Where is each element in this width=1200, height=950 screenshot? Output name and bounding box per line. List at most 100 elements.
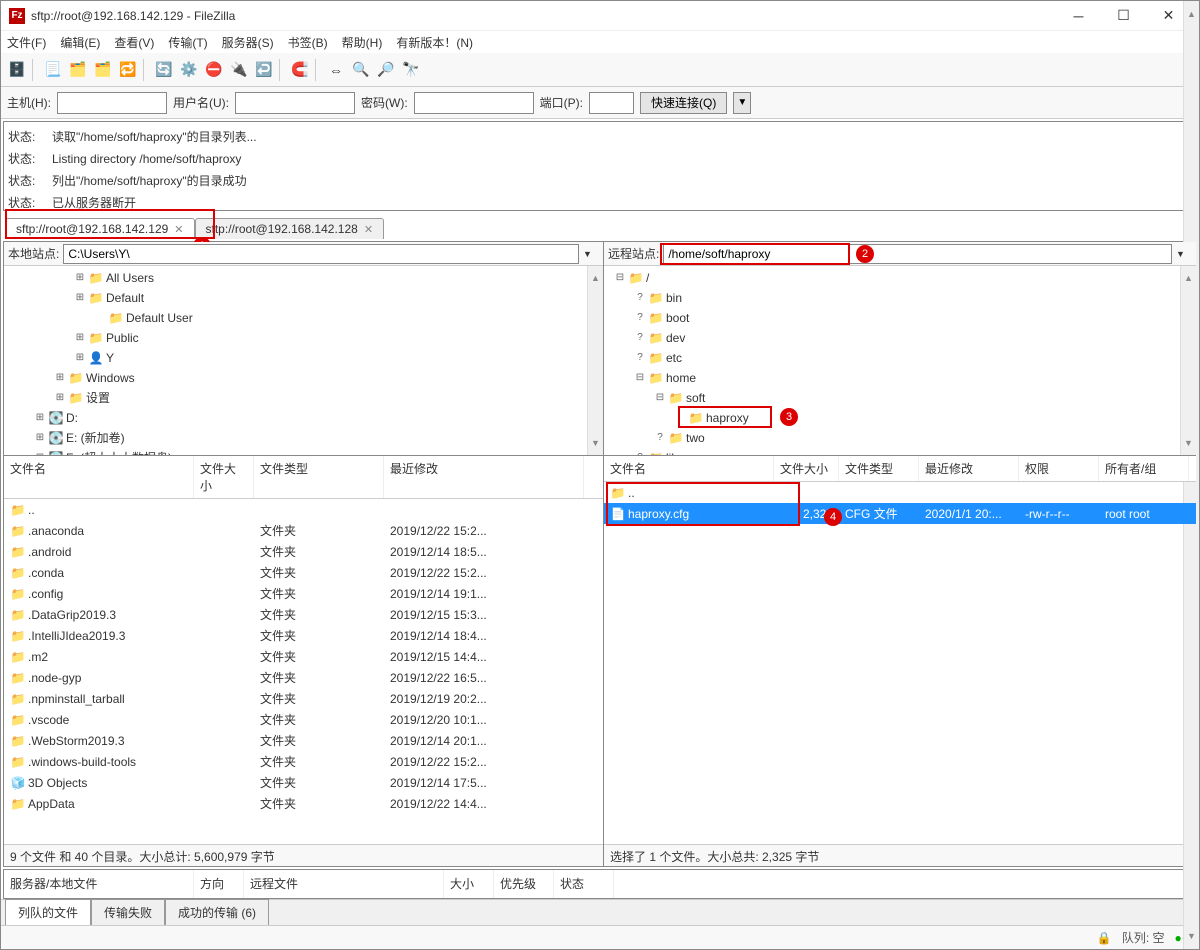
close-tab-icon[interactable]: ✕: [174, 223, 183, 236]
quickconnect-history-button[interactable]: ▼: [733, 92, 751, 114]
sync-browse-icon[interactable]: 🔍: [349, 58, 373, 82]
toggle-queue-icon[interactable]: 🔁: [116, 58, 140, 82]
tree-item[interactable]: ⊟📁soft: [604, 388, 1196, 408]
refresh-icon[interactable]: 🔄: [152, 58, 176, 82]
menu-item[interactable]: 有新版本！(N): [396, 34, 473, 51]
menu-item[interactable]: 帮助(H): [342, 34, 383, 51]
maximize-button[interactable]: ☐: [1101, 2, 1146, 30]
tree-item[interactable]: ?📁lib: [604, 448, 1196, 456]
column-header[interactable]: 文件名: [4, 456, 194, 498]
port-input[interactable]: [589, 92, 634, 114]
tree-item[interactable]: ?📁two: [604, 428, 1196, 448]
local-path-dropdown[interactable]: ▼: [583, 249, 599, 259]
menu-item[interactable]: 传输(T): [168, 34, 207, 51]
list-item[interactable]: 📁.windows-build-tools文件夹2019/12/22 15:2.…: [4, 751, 603, 772]
tree-item[interactable]: ⊞💽E: (新加卷): [4, 428, 603, 448]
toggle-log-icon[interactable]: 📃: [41, 58, 65, 82]
tree-item[interactable]: ⊞💽D:: [4, 408, 603, 428]
list-item[interactable]: 📁.android文件夹2019/12/14 18:5...: [4, 541, 603, 562]
menu-item[interactable]: 服务器(S): [222, 34, 274, 51]
menu-item[interactable]: 文件(F): [7, 34, 46, 51]
tree-item[interactable]: ⊞📁Windows: [4, 368, 603, 388]
tree-item[interactable]: ⊞📁All Users: [4, 268, 603, 288]
process-queue-icon[interactable]: ⚙️: [177, 58, 201, 82]
remote-path-dropdown[interactable]: ▼: [1176, 249, 1192, 259]
tree-item[interactable]: 📁haproxy: [604, 408, 1196, 428]
scrollbar[interactable]: [587, 266, 603, 455]
list-item[interactable]: 📄haproxy.cfg2,325CFG 文件2020/1/1 20:...-r…: [604, 503, 1196, 524]
list-item[interactable]: 🧊3D Objects文件夹2019/12/14 17:5...: [4, 772, 603, 793]
column-header[interactable]: 文件大小: [194, 456, 254, 498]
column-header[interactable]: 优先级: [494, 870, 554, 898]
tree-item[interactable]: ?📁dev: [604, 328, 1196, 348]
minimize-button[interactable]: ─: [1056, 2, 1101, 30]
tree-item[interactable]: ⊞📁Default: [4, 288, 603, 308]
menu-item[interactable]: 查看(V): [114, 34, 154, 51]
list-item[interactable]: 📁.m2文件夹2019/12/15 14:4...: [4, 646, 603, 667]
list-item[interactable]: 📁AppData文件夹2019/12/22 14:4...: [4, 793, 603, 814]
tree-item[interactable]: 📁Default User: [4, 308, 603, 328]
site-manager-icon[interactable]: 🗄️: [5, 58, 29, 82]
close-tab-icon[interactable]: ✕: [364, 223, 373, 236]
pass-input[interactable]: [414, 92, 534, 114]
remote-file-list[interactable]: 文件名文件大小文件类型最近修改权限所有者/组 📁..📄haproxy.cfg2,…: [604, 456, 1196, 844]
disconnect-icon[interactable]: 🔌: [227, 58, 251, 82]
tree-item[interactable]: ⊞📁设置: [4, 388, 603, 408]
column-header[interactable]: 大小: [444, 870, 494, 898]
tree-item[interactable]: ?📁boot: [604, 308, 1196, 328]
column-header[interactable]: 文件名: [604, 456, 774, 481]
menu-item[interactable]: 编辑(E): [60, 34, 100, 51]
tree-item[interactable]: ⊟📁home: [604, 368, 1196, 388]
column-header[interactable]: 方向: [194, 870, 244, 898]
quickconnect-button[interactable]: 快速连接(Q): [640, 92, 727, 114]
connection-tab[interactable]: sftp://root@192.168.142.128✕: [195, 218, 385, 239]
column-header[interactable]: 状态: [554, 870, 614, 898]
user-input[interactable]: [235, 92, 355, 114]
list-item[interactable]: 📁.DataGrip2019.3文件夹2019/12/15 15:3...: [4, 604, 603, 625]
binoculars-icon[interactable]: 🔭: [399, 58, 423, 82]
compare-icon[interactable]: ⇔: [324, 58, 348, 82]
cancel-icon[interactable]: ⛔: [202, 58, 226, 82]
tree-item[interactable]: ⊞📁Public: [4, 328, 603, 348]
menu-item[interactable]: 书签(B): [288, 34, 328, 51]
scrollbar[interactable]: [1183, 121, 1197, 211]
tree-item[interactable]: ?📁bin: [604, 288, 1196, 308]
reconnect-icon[interactable]: ↩️: [252, 58, 276, 82]
tree-item[interactable]: ⊟📁/: [604, 268, 1196, 288]
column-header[interactable]: 文件类型: [254, 456, 384, 498]
column-header[interactable]: 文件类型: [839, 456, 919, 481]
column-header[interactable]: 远程文件: [244, 870, 444, 898]
column-header[interactable]: 最近修改: [919, 456, 1019, 481]
list-item[interactable]: 📁.npminstall_tarball文件夹2019/12/19 20:2..…: [4, 688, 603, 709]
list-item[interactable]: 📁.IntelliJIdea2019.3文件夹2019/12/14 18:4..…: [4, 625, 603, 646]
remote-tree[interactable]: ⊟📁/?📁bin?📁boot?📁dev?📁etc⊟📁home⊟📁soft📁hap…: [604, 266, 1196, 456]
queue-tab[interactable]: 成功的传输 (6): [165, 899, 269, 926]
scrollbar[interactable]: [1180, 266, 1196, 455]
list-item[interactable]: 📁.vscode文件夹2019/12/20 10:1...: [4, 709, 603, 730]
transfer-queue[interactable]: 服务器/本地文件方向远程文件大小优先级状态: [3, 869, 1197, 899]
column-header[interactable]: 服务器/本地文件: [4, 870, 194, 898]
column-header[interactable]: 所有者/组: [1099, 456, 1189, 481]
list-item[interactable]: 📁.anaconda文件夹2019/12/22 15:2...: [4, 520, 603, 541]
local-path-input[interactable]: [63, 244, 579, 264]
column-header[interactable]: 权限: [1019, 456, 1099, 481]
host-input[interactable]: [57, 92, 167, 114]
list-item[interactable]: 📁.node-gyp文件夹2019/12/22 16:5...: [4, 667, 603, 688]
message-log[interactable]: 状态:读取"/home/soft/haproxy"的目录列表...状态:List…: [3, 121, 1197, 211]
list-item[interactable]: 📁.conda文件夹2019/12/22 15:2...: [4, 562, 603, 583]
tree-item[interactable]: ?📁etc: [604, 348, 1196, 368]
local-file-list[interactable]: 文件名文件大小文件类型最近修改 📁..📁.anaconda文件夹2019/12/…: [4, 456, 603, 844]
list-item[interactable]: 📁.WebStorm2019.3文件夹2019/12/14 20:1...: [4, 730, 603, 751]
connection-tab[interactable]: sftp://root@192.168.142.129✕: [5, 218, 195, 239]
local-tree[interactable]: ⊞📁All Users⊞📁Default📁Default User⊞📁Publi…: [4, 266, 603, 456]
queue-tab[interactable]: 列队的文件: [5, 899, 91, 926]
search-icon[interactable]: 🔎: [374, 58, 398, 82]
filter-icon[interactable]: 🧲: [288, 58, 312, 82]
list-item[interactable]: 📁..: [604, 482, 1196, 503]
list-item[interactable]: 📁.config文件夹2019/12/14 19:1...: [4, 583, 603, 604]
queue-tab[interactable]: 传输失败: [91, 899, 165, 926]
column-header[interactable]: 最近修改: [384, 456, 584, 498]
column-header[interactable]: 文件大小: [774, 456, 839, 481]
list-item[interactable]: 📁..: [4, 499, 603, 520]
remote-path-input[interactable]: [663, 244, 1172, 264]
